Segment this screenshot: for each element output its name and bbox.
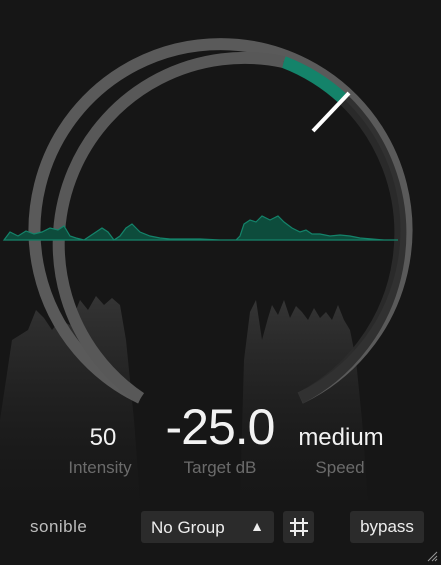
resize-handle-icon[interactable] [426, 550, 438, 562]
intensity-value[interactable]: 50 [58, 424, 148, 458]
group-selected-label: No Group [151, 518, 225, 537]
grid-button[interactable] [283, 511, 314, 543]
intensity-label: Intensity [68, 458, 132, 477]
bypass-button[interactable]: bypass [350, 511, 424, 543]
target-needle[interactable] [311, 91, 351, 133]
speed-value[interactable]: medium [286, 424, 396, 458]
brand-logo: sonible [30, 517, 88, 536]
target-db-value[interactable]: -25.0 [140, 398, 300, 455]
grid-icon [290, 518, 308, 536]
plugin-window: 50 -25.0 medium Intensity Target dB Spee… [0, 0, 441, 565]
target-db-label: Target dB [183, 458, 257, 477]
group-dropdown[interactable]: No Group ▲ [141, 511, 274, 543]
dropdown-arrow-icon: ▲ [250, 518, 264, 534]
speed-label: Speed [315, 458, 365, 477]
